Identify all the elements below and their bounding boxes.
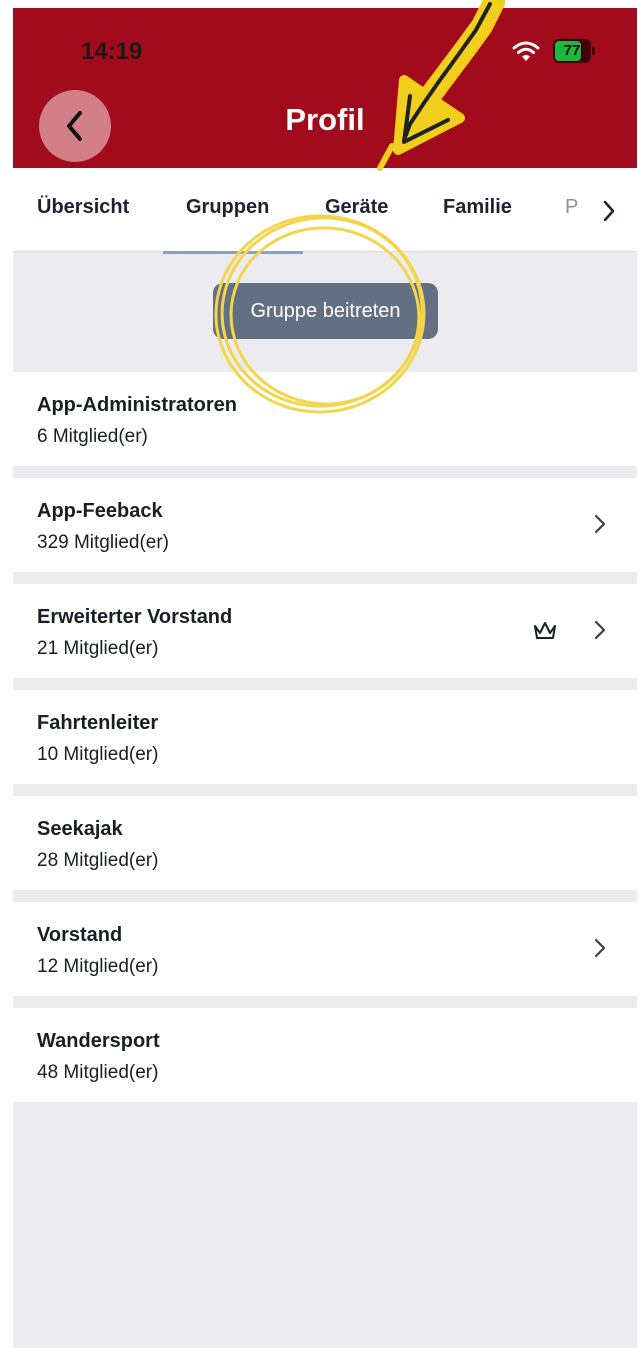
battery-indicator: 77 xyxy=(553,39,595,63)
chevron-right-icon xyxy=(594,514,606,534)
tab-partial[interactable]: P xyxy=(565,196,578,219)
group-member-count: 329 Mitglied(er) xyxy=(37,532,169,553)
group-name: Erweiterter Vorstand xyxy=(37,606,233,628)
group-name: Fahrtenleiter xyxy=(37,712,159,734)
chevron-right-icon xyxy=(594,938,606,958)
group-list: App-Administratoren 6 Mitglied(er) App-F… xyxy=(13,372,637,1114)
header: 14:19 77 Profil xyxy=(13,8,637,168)
status-time: 14:19 xyxy=(81,38,143,65)
group-member-count: 21 Mitglied(er) xyxy=(37,638,159,659)
battery-level: 77 xyxy=(563,42,581,59)
group-member-count: 6 Mitglied(er) xyxy=(37,426,148,447)
tab-bar: Übersicht Gruppen Geräte Familie P xyxy=(13,168,637,252)
group-name: App-Administratoren xyxy=(37,394,237,416)
group-member-count: 28 Mitglied(er) xyxy=(37,850,159,871)
group-name: Wandersport xyxy=(37,1030,160,1052)
list-item[interactable]: App-Administratoren 6 Mitglied(er) xyxy=(13,372,637,466)
group-member-count: 48 Mitglied(er) xyxy=(37,1062,159,1083)
tab-familie[interactable]: Familie xyxy=(443,196,512,219)
chevron-right-icon xyxy=(594,620,606,640)
active-tab-indicator xyxy=(163,251,303,254)
group-member-count: 10 Mitglied(er) xyxy=(37,744,159,765)
list-item[interactable]: Erweiterter Vorstand 21 Mitglied(er) xyxy=(13,584,637,678)
list-item[interactable]: App-Feeback 329 Mitglied(er) xyxy=(13,478,637,572)
tab-uebersicht[interactable]: Übersicht xyxy=(37,196,129,219)
join-group-button[interactable]: Gruppe beitreten xyxy=(213,283,438,339)
wifi-icon xyxy=(512,41,540,61)
group-name: Vorstand xyxy=(37,924,123,946)
list-item[interactable]: Seekajak 28 Mitglied(er) xyxy=(13,796,637,890)
tab-geraete[interactable]: Geräte xyxy=(325,196,388,219)
list-item[interactable]: Vorstand 12 Mitglied(er) xyxy=(13,902,637,996)
list-item[interactable]: Wandersport 48 Mitglied(er) xyxy=(13,1008,637,1102)
chevron-right-icon[interactable] xyxy=(597,196,621,226)
tab-gruppen[interactable]: Gruppen xyxy=(186,196,269,219)
group-name: App-Feeback xyxy=(37,500,163,522)
list-item[interactable]: Fahrtenleiter 10 Mitglied(er) xyxy=(13,690,637,784)
group-member-count: 12 Mitglied(er) xyxy=(37,956,159,977)
crown-icon xyxy=(534,622,556,639)
group-name: Seekajak xyxy=(37,818,123,840)
app-screen: 14:19 77 Profil Übersicht Gruppen Geräte… xyxy=(13,8,637,1348)
page-title: Profil xyxy=(285,102,365,137)
